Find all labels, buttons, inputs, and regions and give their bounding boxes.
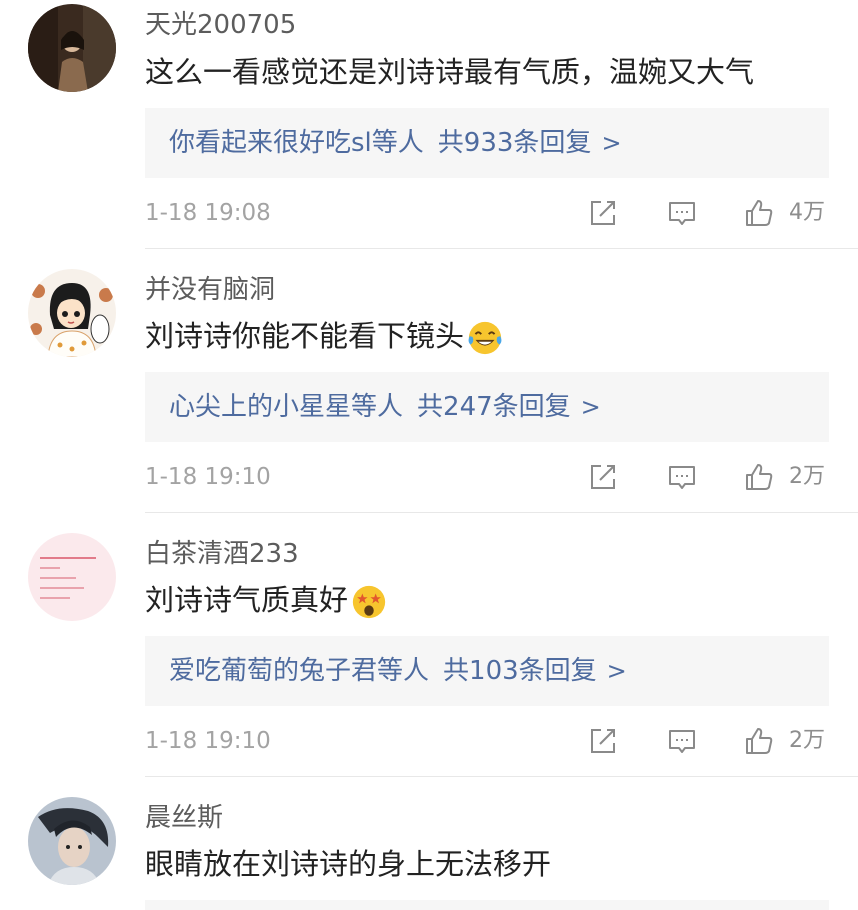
- avatar[interactable]: [28, 797, 116, 885]
- avatar-image: [28, 797, 116, 885]
- comment-text: 眼睛放在刘诗诗的身上无法移开: [145, 847, 552, 881]
- username[interactable]: 晨丝斯: [145, 801, 223, 835]
- comment-item: 晨丝斯 眼睛放在刘诗诗的身上无法移开: [0, 0, 858, 910]
- replies-box[interactable]: [145, 900, 829, 910]
